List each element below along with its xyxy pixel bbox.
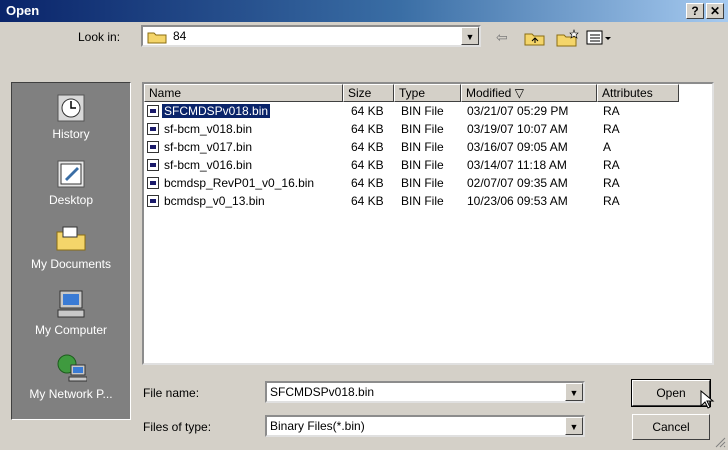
desktop-icon	[57, 160, 85, 188]
file-name: bcmdsp_RevP01_v0_16.bin	[164, 176, 315, 190]
view-menu-icon[interactable]	[586, 29, 612, 47]
place-history[interactable]: History	[12, 93, 130, 141]
file-name-input[interactable]: SFCMDSPv018.bin ▼	[265, 381, 585, 403]
file-row[interactable]: bcmdsp_v0_13.bin 64 KB BIN File 10/23/06…	[144, 193, 712, 210]
file-type: BIN File	[401, 158, 444, 172]
bin-file-icon	[147, 159, 159, 171]
resize-grip-icon[interactable]	[714, 436, 726, 448]
file-row[interactable]: bcmdsp_RevP01_v0_16.bin 64 KB BIN File 0…	[144, 175, 712, 192]
file-name-value: SFCMDSPv018.bin	[270, 385, 375, 399]
file-row[interactable]: sf-bcm_v016.bin 64 KB BIN File 03/14/07 …	[144, 157, 712, 174]
folder-icon	[147, 32, 167, 44]
file-list[interactable]: Name Size Type Modified ▽ Attributes SFC…	[142, 82, 714, 365]
look-in-dropdown[interactable]: 84 ▼	[141, 25, 481, 47]
file-modified: 03/19/07 10:07 AM	[467, 122, 568, 136]
column-header-name[interactable]: Name	[144, 84, 343, 102]
place-label: History	[52, 127, 90, 141]
look-in-value: 84	[173, 29, 187, 43]
file-size: 64 KB	[351, 140, 384, 154]
bin-file-icon	[147, 195, 159, 207]
chevron-down-icon[interactable]: ▼	[461, 27, 479, 45]
bin-file-icon	[147, 177, 159, 189]
file-size: 64 KB	[351, 194, 384, 208]
bin-file-icon	[147, 141, 159, 153]
file-size: 64 KB	[351, 158, 384, 172]
chevron-down-icon[interactable]: ▼	[565, 383, 583, 401]
place-desktop[interactable]: Desktop	[12, 159, 130, 207]
file-size: 64 KB	[351, 104, 384, 118]
file-attributes: RA	[603, 194, 620, 208]
file-modified: 03/16/07 09:05 AM	[467, 140, 568, 154]
title-bar[interactable]: Open ? ✕	[0, 0, 728, 22]
file-modified: 03/21/07 05:29 PM	[467, 104, 569, 118]
places-bar: History Desktop My Documents My Computer…	[11, 82, 131, 420]
column-header-size[interactable]: Size	[343, 84, 394, 102]
bin-file-icon	[147, 123, 159, 135]
place-my-network-places[interactable]: My Network P...	[12, 353, 130, 401]
file-type: BIN File	[401, 104, 444, 118]
file-type: BIN File	[401, 140, 444, 154]
column-header-attributes[interactable]: Attributes	[597, 84, 679, 102]
file-row[interactable]: sf-bcm_v018.bin 64 KB BIN File 03/19/07 …	[144, 121, 712, 138]
file-name: sf-bcm_v018.bin	[164, 122, 253, 136]
file-type-label: Files of type:	[143, 420, 212, 434]
back-icon[interactable]: ⇦	[496, 29, 508, 46]
my-documents-icon	[56, 226, 86, 251]
file-attributes: RA	[603, 158, 620, 172]
history-icon	[57, 94, 85, 122]
file-size: 64 KB	[351, 122, 384, 136]
column-header-modified[interactable]: Modified ▽	[461, 84, 597, 102]
file-name: sf-bcm_v016.bin	[164, 158, 253, 172]
file-type-dropdown[interactable]: Binary Files(*.bin) ▼	[265, 415, 585, 437]
chevron-down-icon[interactable]: ▼	[565, 417, 583, 435]
file-row[interactable]: sf-bcm_v017.bin 64 KB BIN File 03/16/07 …	[144, 139, 712, 156]
file-size: 64 KB	[351, 176, 384, 190]
file-type-value: Binary Files(*.bin)	[270, 419, 365, 433]
file-modified: 10/23/06 09:53 AM	[467, 194, 568, 208]
file-type: BIN File	[401, 122, 444, 136]
file-attributes: A	[603, 140, 612, 154]
file-name: SFCMDSPv018.bin	[162, 104, 271, 118]
up-folder-icon[interactable]	[524, 29, 546, 47]
open-dialog: Open ? ✕ Look in: 84 ▼ ⇦ History Desktop…	[0, 0, 728, 450]
my-network-places-icon	[57, 354, 87, 382]
place-my-documents[interactable]: My Documents	[12, 223, 130, 271]
file-type: BIN File	[401, 194, 444, 208]
file-attributes: RA	[603, 104, 620, 118]
open-button[interactable]: Open	[631, 379, 711, 407]
file-name: bcmdsp_v0_13.bin	[164, 194, 265, 208]
close-button[interactable]: ✕	[706, 3, 724, 19]
my-computer-icon	[57, 290, 85, 318]
file-modified: 03/14/07 11:18 AM	[467, 158, 567, 172]
file-name-label: File name:	[143, 386, 200, 400]
window-title: Open	[6, 3, 40, 18]
file-name: sf-bcm_v017.bin	[164, 140, 253, 154]
place-label: My Computer	[34, 323, 108, 337]
mouse-cursor-icon	[700, 390, 715, 409]
look-in-label: Look in:	[78, 30, 121, 44]
file-row[interactable]: SFCMDSPv018.bin 64 KB BIN File 03/21/07 …	[144, 103, 712, 120]
file-attributes: RA	[603, 122, 620, 136]
bin-file-icon	[147, 105, 159, 117]
new-folder-icon[interactable]	[556, 29, 580, 47]
column-header-type[interactable]: Type	[394, 84, 461, 102]
help-button[interactable]: ?	[686, 3, 704, 19]
file-type: BIN File	[401, 176, 444, 190]
place-my-computer[interactable]: My Computer	[12, 289, 130, 337]
cancel-button[interactable]: Cancel	[632, 414, 710, 440]
place-label: My Network P...	[29, 387, 113, 401]
place-label: My Documents	[30, 257, 112, 271]
place-label: Desktop	[48, 193, 94, 207]
file-modified: 02/07/07 09:35 AM	[467, 176, 568, 190]
file-attributes: RA	[603, 176, 620, 190]
